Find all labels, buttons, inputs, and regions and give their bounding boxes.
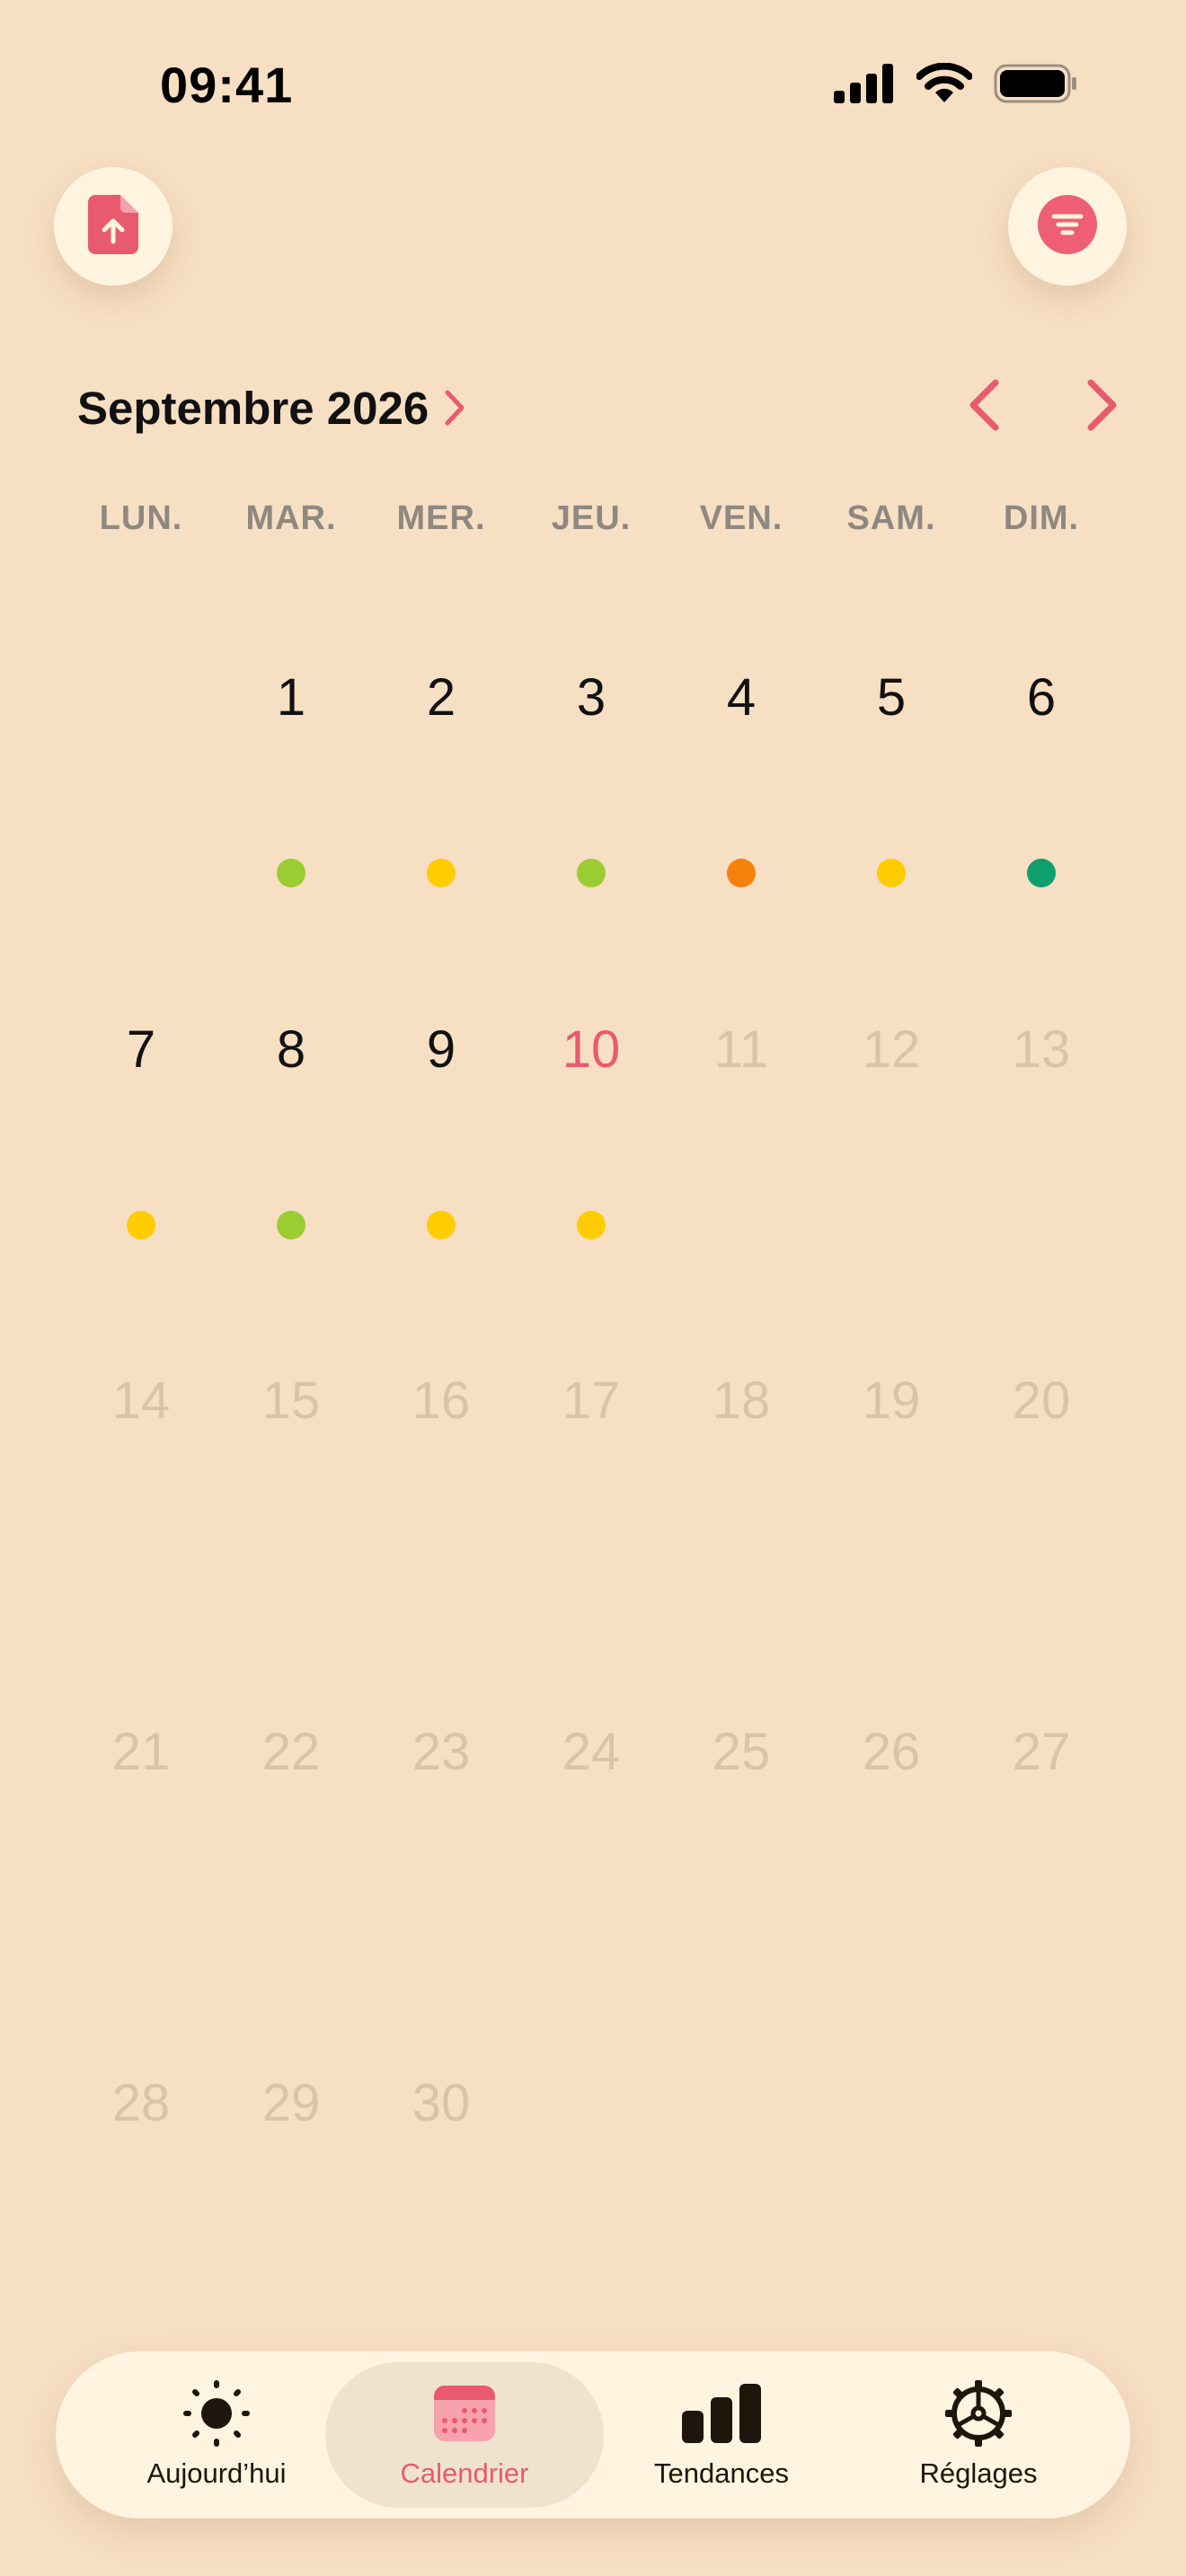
sun-icon (183, 2380, 250, 2447)
previous-month-button[interactable] (952, 375, 1015, 438)
calendar-day[interactable]: 27 (969, 1721, 1113, 1784)
calendar-day[interactable]: 7 (69, 1019, 213, 1081)
tab-label: Aujourd’hui (146, 2457, 287, 2489)
calendar-day[interactable]: 18 (669, 1370, 813, 1433)
gear-icon (944, 2380, 1013, 2447)
export-button[interactable] (54, 167, 173, 286)
weekday-label: LUN. (99, 499, 183, 537)
calendar-day[interactable]: 22 (219, 1721, 363, 1784)
chevron-left-icon (969, 379, 999, 436)
day-indicator-dot (1027, 859, 1056, 887)
calendar-day[interactable]: 17 (519, 1370, 663, 1433)
month-title: Septembre 2026 (77, 382, 429, 434)
battery-icon (994, 64, 1078, 108)
calendar-day[interactable]: 30 (369, 2072, 513, 2135)
tab-bar: Aujourd’hui Calendrier Tendances Réglage… (56, 2351, 1130, 2519)
calendar-day[interactable]: 2 (369, 666, 513, 729)
weekday-label: JEU. (551, 499, 632, 537)
status-time: 09:41 (160, 57, 294, 113)
weekday-label: DIM. (1003, 499, 1080, 537)
day-indicator-dot (727, 859, 756, 887)
calendar-day[interactable]: 28 (69, 2072, 213, 2135)
month-header[interactable]: Septembre 2026 (77, 372, 465, 444)
calendar-day[interactable]: 5 (819, 666, 963, 729)
calendar-day[interactable]: 14 (69, 1370, 213, 1433)
calendar-day-today[interactable]: 10 (519, 1019, 663, 1081)
calendar-day[interactable]: 24 (519, 1721, 663, 1784)
calendar-day[interactable]: 12 (819, 1019, 963, 1081)
calendar-day[interactable]: 25 (669, 1721, 813, 1784)
day-indicator-dot (277, 1211, 305, 1239)
weekday-label: VEN. (699, 499, 783, 537)
calendar-day[interactable]: 8 (219, 1019, 363, 1081)
tab-calendar[interactable]: Calendrier (325, 2362, 604, 2508)
day-indicator-dot (277, 859, 305, 887)
tab-settings[interactable]: Réglages (839, 2362, 1118, 2508)
weekday-label: MAR. (245, 499, 337, 537)
calendar-day[interactable]: 26 (819, 1721, 963, 1784)
calendar-day[interactable]: 29 (219, 2072, 363, 2135)
day-indicator-dot (127, 1211, 155, 1239)
weekday-label: SAM. (846, 499, 936, 537)
tab-label: Calendrier (400, 2457, 529, 2489)
tab-trends[interactable]: Tendances (582, 2362, 861, 2508)
chevron-right-icon (445, 390, 465, 426)
day-indicator-dot (577, 859, 606, 887)
calendar-day[interactable]: 23 (369, 1721, 513, 1784)
status-bar: 09:41 (0, 0, 1186, 171)
calendar-day[interactable]: 11 (669, 1019, 813, 1081)
day-indicator-dot (577, 1211, 606, 1239)
chevron-right-icon (1087, 379, 1118, 436)
cellular-signal-icon (834, 64, 895, 108)
weekday-label: MER. (396, 499, 486, 537)
calendar-icon (432, 2380, 497, 2447)
calendar-day[interactable]: 4 (669, 666, 813, 729)
tab-today[interactable]: Aujourd’hui (77, 2362, 356, 2508)
calendar-day[interactable]: 9 (369, 1019, 513, 1081)
calendar-day[interactable]: 13 (969, 1019, 1113, 1081)
day-indicator-dot (877, 859, 906, 887)
calendar-day[interactable]: 21 (69, 1721, 213, 1784)
bar-chart-icon (682, 2380, 761, 2447)
calendar-day[interactable]: 6 (969, 666, 1113, 729)
calendar-day[interactable]: 16 (369, 1370, 513, 1433)
day-indicator-dot (427, 859, 456, 887)
status-icons (834, 62, 1078, 109)
calendar-day[interactable]: 19 (819, 1370, 963, 1433)
filter-icon (1038, 194, 1097, 259)
tab-label: Tendances (654, 2457, 789, 2489)
wifi-icon (916, 62, 973, 109)
tab-label: Réglages (919, 2457, 1038, 2489)
day-indicator-dot (427, 1211, 456, 1239)
calendar-day[interactable]: 1 (219, 666, 363, 729)
filter-button[interactable] (1008, 167, 1127, 286)
calendar-day[interactable]: 15 (219, 1370, 363, 1433)
next-month-button[interactable] (1071, 375, 1134, 438)
calendar-day[interactable]: 3 (519, 666, 663, 729)
file-upload-icon (88, 194, 138, 259)
calendar-day[interactable]: 20 (969, 1370, 1113, 1433)
weekday-header: LUN. MAR. MER. JEU. VEN. SAM. DIM. (0, 499, 1186, 544)
